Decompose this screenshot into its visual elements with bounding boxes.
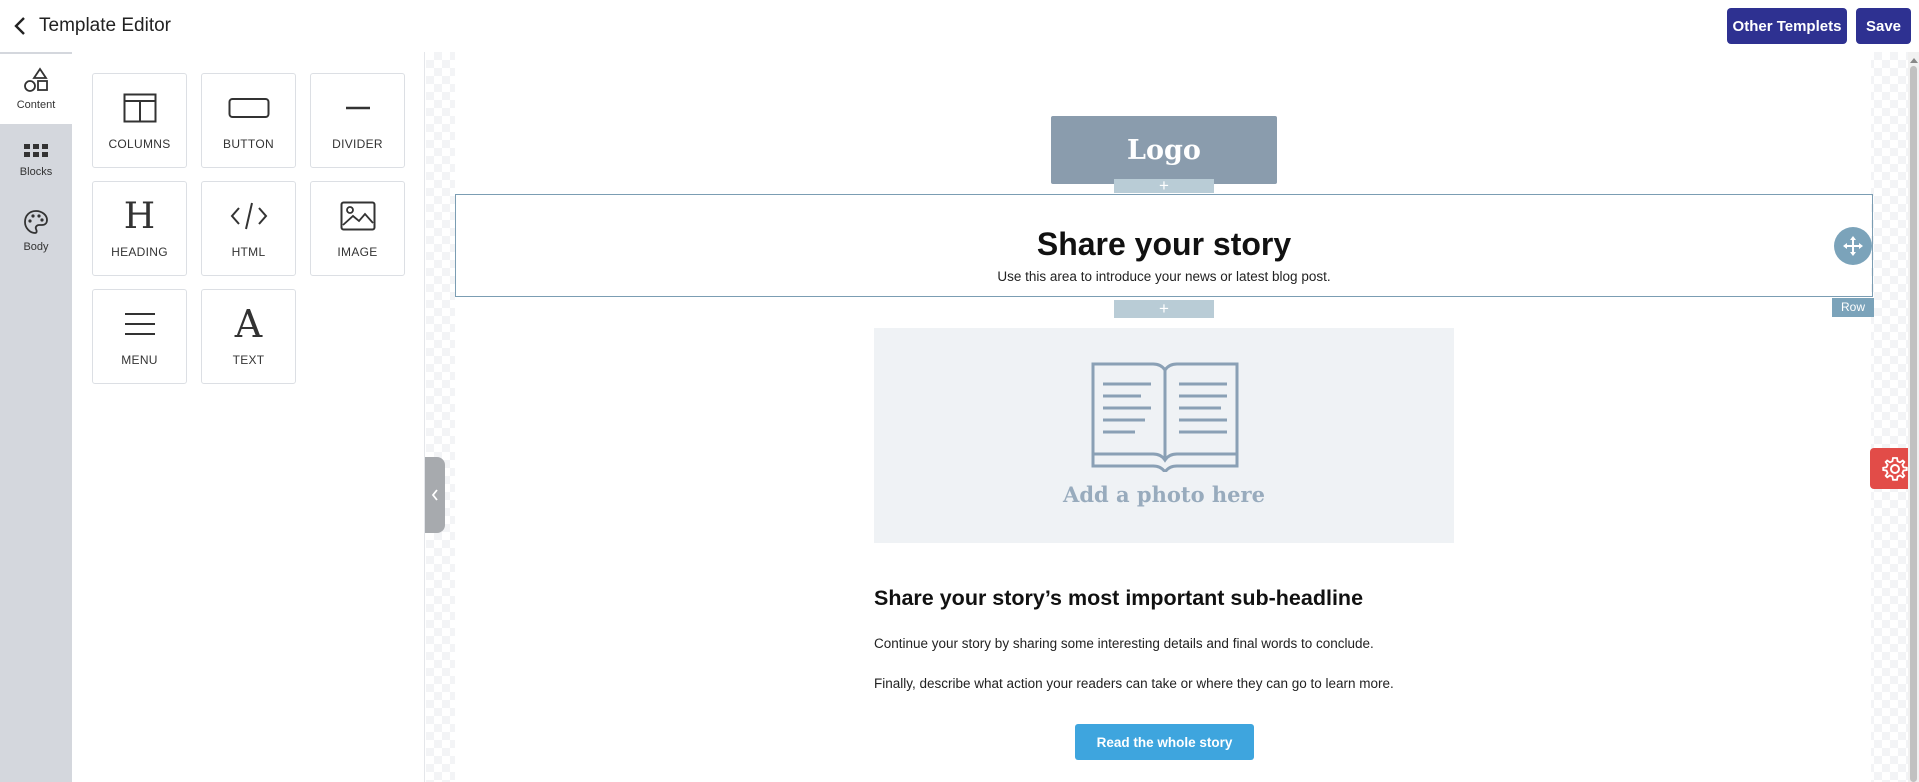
add-row-above-button[interactable]: + bbox=[1114, 177, 1214, 194]
code-icon bbox=[230, 202, 267, 230]
tile-label: BUTTON bbox=[223, 137, 274, 151]
open-book-icon bbox=[1091, 362, 1239, 472]
chevron-left-icon bbox=[431, 489, 438, 501]
tile-label: IMAGE bbox=[337, 245, 378, 259]
email-paragraph[interactable]: Continue your story by sharing some inte… bbox=[874, 636, 1374, 651]
sidebar-item-content[interactable]: Content bbox=[0, 54, 72, 124]
back-arrow-icon[interactable] bbox=[6, 12, 34, 40]
tile-text[interactable]: A TEXT bbox=[201, 289, 296, 384]
email-subheadline[interactable]: Share your story’s most important sub-he… bbox=[874, 586, 1363, 611]
columns-icon bbox=[123, 93, 156, 123]
logo-placeholder[interactable]: Logo bbox=[1051, 116, 1277, 184]
tile-image[interactable]: IMAGE bbox=[310, 181, 405, 276]
tile-menu[interactable]: MENU bbox=[92, 289, 187, 384]
sidebar-item-label: Body bbox=[23, 241, 49, 253]
tile-label: COLUMNS bbox=[108, 137, 171, 151]
sidebar-item-body[interactable]: Body bbox=[0, 196, 72, 266]
heading-icon: H bbox=[123, 195, 156, 237]
move-handle-icon[interactable] bbox=[1834, 227, 1872, 265]
shapes-icon bbox=[24, 67, 48, 92]
tile-label: MENU bbox=[121, 353, 158, 367]
row-tag: Row bbox=[1832, 298, 1874, 317]
email-intro[interactable]: Use this area to introduce your news or … bbox=[456, 269, 1872, 284]
read-story-button[interactable]: Read the whole story bbox=[1075, 724, 1254, 760]
button-icon bbox=[228, 98, 269, 118]
sidebar-rail: Content Blocks Body bbox=[0, 52, 72, 782]
save-button[interactable]: Save bbox=[1856, 8, 1911, 44]
text-icon: A bbox=[234, 302, 263, 346]
tile-label: DIVIDER bbox=[332, 137, 383, 151]
sidebar-item-label: Blocks bbox=[19, 166, 53, 178]
menu-icon bbox=[124, 313, 155, 335]
content-palette: COLUMNS BUTTON DIVIDER H HEADING HTML IM… bbox=[72, 52, 425, 782]
page-title: Template Editor bbox=[39, 15, 172, 36]
top-bar: Template Editor Other Templets Save bbox=[0, 0, 1919, 52]
tile-button[interactable]: BUTTON bbox=[201, 73, 296, 168]
grid-icon bbox=[24, 144, 48, 157]
email-paragraph[interactable]: Finally, describe what action your reade… bbox=[874, 676, 1394, 691]
tile-divider[interactable]: DIVIDER bbox=[310, 73, 405, 168]
email-headline[interactable]: Share your story bbox=[456, 226, 1872, 263]
palette-icon bbox=[24, 210, 48, 234]
photo-caption: Add a photo here bbox=[1063, 482, 1265, 507]
collapse-panel-handle[interactable] bbox=[425, 457, 445, 533]
add-row-below-button[interactable]: + bbox=[1114, 300, 1214, 318]
other-templates-button[interactable]: Other Templets bbox=[1727, 8, 1847, 44]
photo-placeholder[interactable] bbox=[874, 328, 1454, 543]
tile-columns[interactable]: COLUMNS bbox=[92, 73, 187, 168]
sidebar-item-blocks[interactable]: Blocks bbox=[0, 125, 72, 195]
divider-icon bbox=[345, 106, 370, 110]
tile-label: TEXT bbox=[232, 353, 265, 367]
tile-heading[interactable]: H HEADING bbox=[92, 181, 187, 276]
scrollbar-thumb[interactable] bbox=[1910, 66, 1917, 782]
tile-label: HTML bbox=[231, 245, 266, 259]
gear-icon bbox=[1881, 456, 1908, 481]
sidebar-item-label: Content bbox=[16, 99, 56, 111]
scroll-up-arrow-icon[interactable] bbox=[1908, 55, 1919, 65]
tile-label: HEADING bbox=[111, 245, 168, 259]
image-icon bbox=[340, 201, 375, 231]
tile-html[interactable]: HTML bbox=[201, 181, 296, 276]
